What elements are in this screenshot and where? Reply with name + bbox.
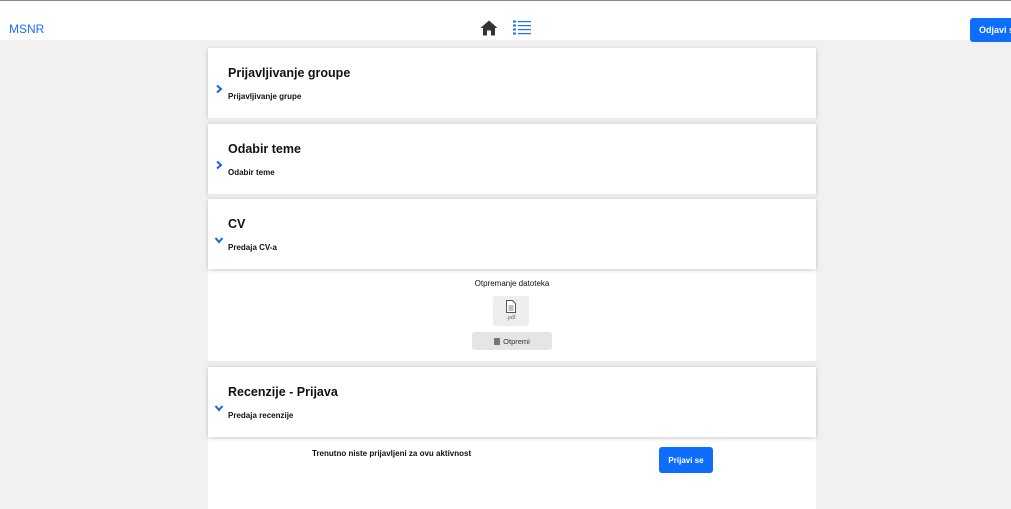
registration-status-text: Trenutno niste prijavljeni za ovu aktivn… (312, 449, 472, 458)
document-icon (494, 337, 501, 345)
upload-section-title: Otpremanje datoteka (474, 279, 550, 288)
chevron-right-icon (214, 157, 224, 170)
activity-subtitle: Odabir teme (228, 168, 275, 177)
register-button[interactable]: Prijavi se (659, 447, 713, 473)
activity-title: Recenzije - Prijava (228, 385, 338, 399)
logout-button[interactable]: Odjavi se (970, 18, 1011, 42)
activity-title: Odabir teme (228, 142, 301, 156)
activity-title: Prijavljivanje groupe (228, 66, 351, 80)
list-icon[interactable] (513, 20, 531, 36)
upload-button-label: Otpremi (503, 336, 530, 346)
activity-card-cv[interactable]: CV Predaja CV-a (208, 199, 816, 269)
activity-title: CV (228, 217, 246, 231)
activity-card-review-application[interactable]: Recenzije - Prijava Predaja recenzije (208, 367, 816, 437)
file-extension: .pdf (506, 315, 516, 321)
upload-button[interactable]: Otpremi (472, 332, 552, 350)
top-navbar: MSNR Odjavi se (0, 0, 1011, 42)
brand-link[interactable]: MSNR (9, 22, 44, 36)
activity-card-group-registration[interactable]: Prijavljivanje groupe Prijavljivanje gru… (208, 48, 816, 118)
activity-card-topic-selection[interactable]: Odabir teme Odabir teme (208, 124, 816, 194)
activity-subtitle: Predaja recenzije (228, 411, 294, 420)
chevron-down-icon (214, 232, 224, 244)
chevron-down-icon (214, 400, 224, 412)
home-icon[interactable] (480, 20, 498, 36)
activity-subtitle: Predaja CV-a (228, 243, 277, 252)
chevron-right-icon (214, 81, 224, 94)
activity-subtitle: Prijavljivanje grupe (228, 92, 302, 101)
file-pdf-tile[interactable]: .pdf (493, 296, 529, 326)
file-pdf-icon (506, 300, 516, 313)
